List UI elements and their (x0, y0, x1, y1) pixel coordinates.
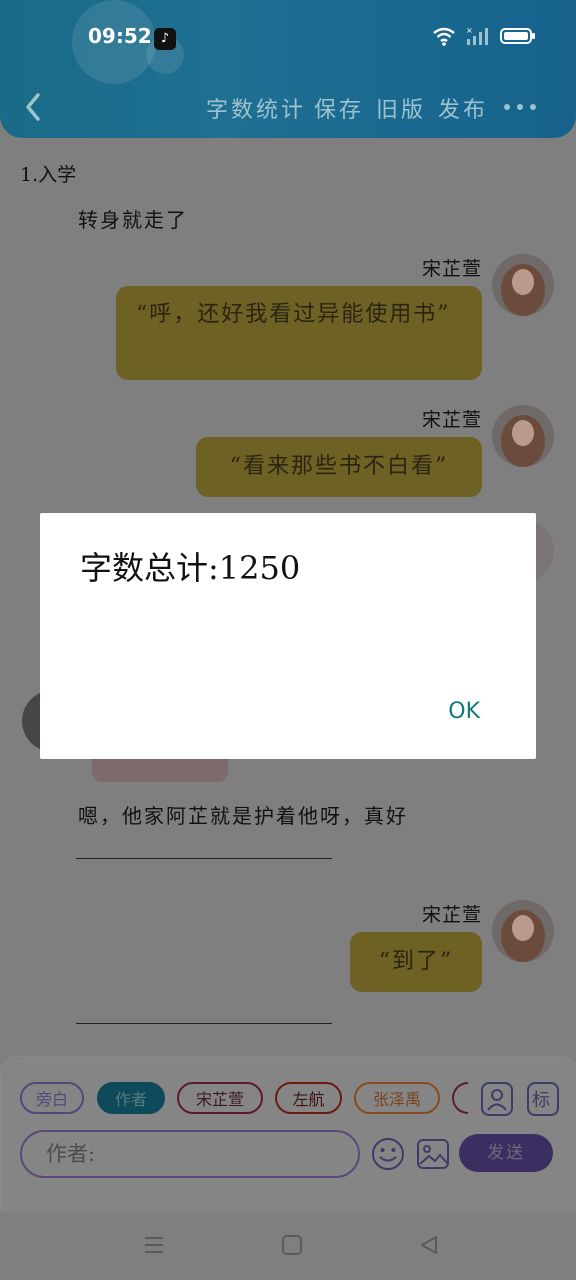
svg-text:×: × (466, 26, 473, 35)
battery-icon (500, 28, 535, 44)
dialogue-bubble[interactable]: “看来那些书不白看” (196, 437, 482, 497)
ok-button[interactable]: OK (448, 699, 480, 724)
avatar-image (492, 254, 554, 316)
editor-toolbar: 字数统计 保存 旧版 发布 (0, 88, 576, 128)
tag-icon[interactable]: 标 (527, 1082, 559, 1116)
speaker-name: 宋芷萱 (421, 409, 482, 431)
speaker-name: 宋芷萱 (421, 904, 482, 926)
svg-text:标: 标 (532, 1090, 550, 1111)
chapter-title: 1.入学 (20, 164, 77, 186)
narration-text: 嗯，他家阿芷就是护着他呀，真好 (78, 804, 408, 828)
dialogue-bubble[interactable]: “到了” (350, 932, 482, 992)
divider (76, 858, 332, 859)
avatar-image (492, 900, 554, 962)
wifi-icon (433, 27, 455, 46)
home-icon[interactable] (281, 1234, 303, 1256)
role-chip-zuo[interactable]: 左航 (275, 1082, 342, 1114)
avatar-image (492, 405, 554, 467)
more-options-icon[interactable] (504, 104, 536, 110)
user-icon[interactable] (481, 1082, 513, 1116)
role-chip-author[interactable]: 作者 (97, 1082, 165, 1114)
tiktok-icon: ♪ (154, 28, 176, 50)
system-nav-bar (0, 1212, 576, 1280)
back-nav-icon[interactable] (418, 1234, 440, 1256)
signal-icon: × (466, 26, 488, 45)
old-version-button[interactable]: 旧版 (376, 92, 426, 124)
status-time: 09:52 (88, 24, 152, 48)
status-icons: × (432, 26, 536, 46)
role-chip-song[interactable]: 宋芷萱 (177, 1082, 263, 1114)
narration-text: 转身就走了 (78, 208, 188, 232)
send-button[interactable]: 发送 (459, 1134, 553, 1172)
publish-button[interactable]: 发布 (438, 92, 488, 124)
emoji-icon[interactable] (371, 1137, 405, 1171)
dialog-message: 字数总计:1250 (80, 549, 301, 587)
menu-icon[interactable] (143, 1234, 165, 1256)
role-chip-zhang[interactable]: 张泽禹 (354, 1082, 440, 1114)
message-input[interactable]: 作者: (20, 1130, 360, 1178)
avatar[interactable] (492, 254, 554, 316)
word-count-button[interactable]: 字数统计 (206, 92, 306, 124)
save-button[interactable]: 保存 (314, 92, 364, 124)
speaker-name: 宋芷萱 (421, 258, 482, 280)
avatar[interactable] (492, 900, 554, 962)
app-header: 09:52 ♪ × 字数统计 保存 旧版 发布 (0, 0, 576, 138)
divider (76, 1023, 332, 1024)
dialogue-bubble[interactable]: “呼，还好我看过异能使用书” (116, 286, 482, 380)
back-arrow-icon[interactable] (20, 90, 50, 124)
role-chip-narrator[interactable]: 旁白 (20, 1082, 84, 1114)
avatar[interactable] (492, 405, 554, 467)
image-icon[interactable] (416, 1137, 450, 1171)
word-count-dialog: 字数总计:1250 OK (40, 513, 536, 759)
